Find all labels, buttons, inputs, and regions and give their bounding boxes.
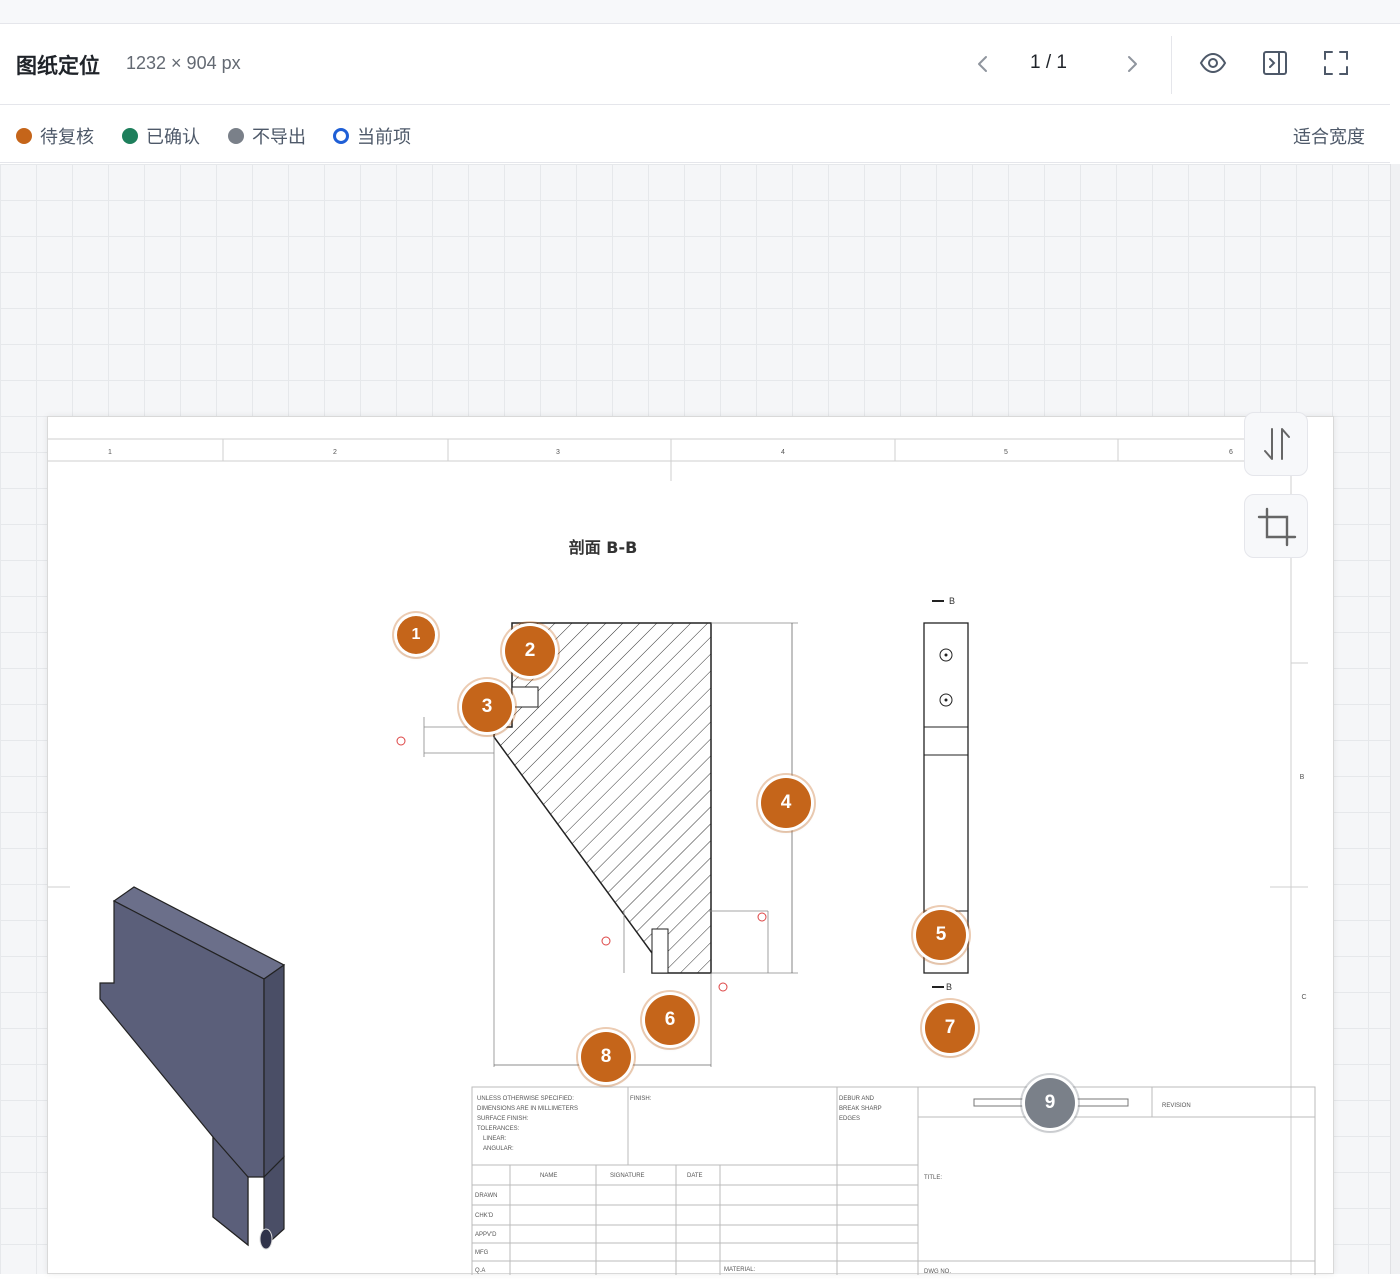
current-ring-icon: [333, 128, 349, 144]
svg-text:BREAK SHARP: BREAK SHARP: [839, 1106, 882, 1112]
marker-9[interactable]: 9: [1025, 1078, 1075, 1128]
legend-pending: 待复核: [16, 123, 94, 149]
marker-4[interactable]: 4: [761, 778, 811, 828]
panel-toggle-icon[interactable]: [1260, 48, 1290, 78]
section-title: 剖面 B-B: [569, 538, 638, 557]
eye-icon[interactable]: [1198, 48, 1228, 78]
confirmed-dot-icon: [122, 128, 138, 144]
flip-button[interactable]: [1244, 412, 1308, 476]
svg-text:CHK'D: CHK'D: [475, 1213, 494, 1219]
row-letter: B: [1300, 774, 1305, 781]
col-number: 1: [108, 449, 112, 456]
drawing-svg: 1 2 3 4 5 6 B C 剖面 B-B B B UNLESS OTHERW…: [48, 438, 1316, 1278]
svg-text:MATERIAL:: MATERIAL:: [724, 1267, 756, 1273]
legend-confirmed: 已确认: [122, 123, 200, 149]
toolbar-divider: [1171, 36, 1172, 94]
crop-button[interactable]: [1244, 494, 1308, 558]
marker-3[interactable]: 3: [462, 682, 512, 732]
marker-8[interactable]: 8: [581, 1032, 631, 1082]
svg-text:ANGULAR:: ANGULAR:: [483, 1146, 514, 1152]
section-mark-bottom: B: [946, 982, 952, 992]
svg-text:NAME: NAME: [540, 1173, 557, 1179]
drawing-sheet: 1 2 3 4 5 6 B C 剖面 B-B B B UNLESS OTHERW…: [47, 416, 1334, 1278]
svg-text:SIGNATURE: SIGNATURE: [610, 1173, 645, 1179]
row-letter: C: [1301, 994, 1306, 1001]
marker-1[interactable]: 1: [397, 616, 435, 654]
col-number: 3: [556, 449, 560, 456]
svg-text:UNLESS OTHERWISE SPECIFIED:: UNLESS OTHERWISE SPECIFIED:: [477, 1096, 574, 1102]
svg-text:REVISION: REVISION: [1162, 1103, 1191, 1109]
flip-icon: [1264, 428, 1290, 460]
chevron-right-icon[interactable]: [1120, 52, 1144, 76]
fullscreen-icon[interactable]: [1321, 48, 1351, 78]
header-bar: 图纸定位 1232 × 904 px 1 / 1: [0, 24, 1390, 105]
marker-5[interactable]: 5: [916, 910, 966, 960]
svg-text:DWG NO.: DWG NO.: [924, 1269, 951, 1275]
svg-text:LINEAR:: LINEAR:: [483, 1136, 507, 1142]
chevron-left-icon[interactable]: [971, 52, 995, 76]
svg-text:DRAWN: DRAWN: [475, 1193, 497, 1199]
page-title: 图纸定位: [16, 54, 100, 78]
col-number: 5: [1004, 449, 1008, 456]
svg-text:EDGES: EDGES: [839, 1116, 860, 1122]
title-block: UNLESS OTHERWISE SPECIFIED: DIMENSIONS A…: [471, 1086, 1316, 1278]
svg-text:FINISH:: FINISH:: [630, 1096, 652, 1102]
svg-text:DATE: DATE: [687, 1173, 703, 1179]
fit-width-button[interactable]: 适合宽度: [1293, 123, 1365, 149]
svg-text:Q.A: Q.A: [475, 1268, 485, 1274]
svg-text:MFG: MFG: [475, 1250, 489, 1256]
legend-current: 当前项: [333, 123, 411, 149]
isometric-part: [99, 886, 286, 1250]
page-indicator: 1 / 1: [1030, 52, 1067, 73]
crop-icon: [1257, 507, 1297, 547]
col-number: 6: [1229, 449, 1233, 456]
svg-text:TOLERANCES:: TOLERANCES:: [477, 1126, 520, 1132]
status-legend: 待复核 已确认 不导出 当前项 适合宽度: [0, 105, 1390, 163]
image-dimensions: 1232 × 904 px: [126, 53, 241, 73]
marker-6[interactable]: 6: [645, 995, 695, 1045]
svg-text:DEBUR AND: DEBUR AND: [839, 1096, 875, 1102]
top-strip: [0, 0, 1400, 24]
no-export-dot-icon: [228, 128, 244, 144]
marker-7[interactable]: 7: [925, 1003, 975, 1053]
pending-dot-icon: [16, 128, 32, 144]
svg-text:DIMENSIONS ARE IN MILLIMETERS: DIMENSIONS ARE IN MILLIMETERS: [477, 1106, 578, 1112]
vertical-scrollbar[interactable]: [1390, 164, 1400, 1274]
legend-no-export: 不导出: [228, 123, 306, 149]
col-number: 2: [333, 449, 337, 456]
svg-text:TITLE:: TITLE:: [924, 1175, 942, 1181]
marker-2[interactable]: 2: [505, 626, 555, 676]
section-mark-top: B: [949, 596, 955, 606]
svg-text:SURFACE FINISH:: SURFACE FINISH:: [477, 1116, 529, 1122]
col-number: 4: [781, 449, 785, 456]
svg-text:APPV'D: APPV'D: [475, 1232, 497, 1238]
